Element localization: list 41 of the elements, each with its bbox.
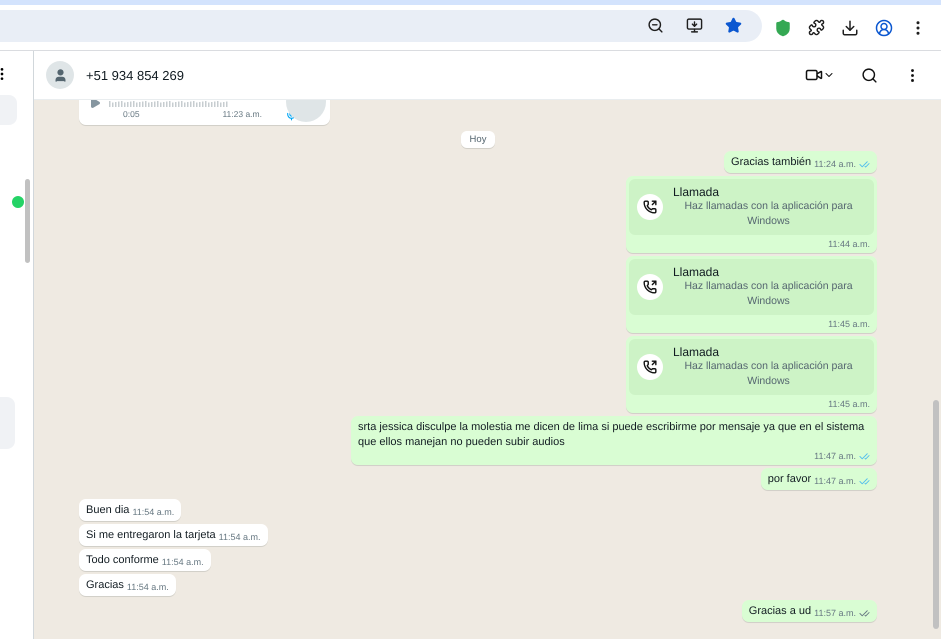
message-text: Buen dia [86, 503, 130, 518]
call-note: Haz llamadas con la aplicación para Windows [683, 279, 854, 309]
phone-outgoing-icon [637, 354, 663, 380]
message-time: 11:44 a.m. [827, 238, 871, 250]
message-time: 11:47 a.m. [814, 475, 856, 487]
message-time: 11:23 a.m. [222, 109, 262, 119]
message-time: 11:54 a.m. [162, 556, 204, 568]
call-note: Haz llamadas con la aplicación para Windows [683, 199, 854, 229]
call-title: Llamada [673, 265, 720, 279]
scrollbar-thumb[interactable] [25, 179, 30, 263]
message-time: 11:47 a.m. [814, 450, 856, 462]
message-time: 11:24 a.m. [814, 158, 856, 170]
call-title: Llamada [673, 185, 720, 199]
avatar-icon[interactable] [46, 61, 74, 89]
contact-name[interactable]: +51 934 854 269 [86, 68, 781, 82]
message-time: 11:54 a.m. [126, 581, 169, 593]
phone-outgoing-icon [637, 194, 663, 220]
unread-dot [12, 196, 24, 208]
message-text: Gracias a ud [748, 604, 812, 619]
message-text: srta jessica disculpe la molestia me dicen de lima si puede escribirme por mensaje ya que en el sistema que ellos manejan no pueden subir audios [358, 420, 866, 450]
call-title: Llamada [673, 345, 720, 359]
call-card[interactable]: Llamada Haz llamadas con la aplicación para Windows [629, 339, 874, 395]
scrollbar-thumb[interactable] [933, 400, 939, 629]
voice-message[interactable]: 0:05 11:23 a.m. [79, 100, 330, 125]
play-icon[interactable] [89, 100, 101, 109]
call-card[interactable]: Llamada Haz llamadas con la aplicación para Windows [629, 259, 874, 315]
message-time: 11:45 a.m. [827, 398, 871, 410]
call-note: Haz llamadas con la aplicación para Windows [683, 359, 854, 389]
message-time: 11:45 a.m. [827, 318, 871, 330]
date-chip: Hoy [460, 131, 496, 148]
message-time: 11:57 a.m. [814, 607, 856, 619]
message-time: 11:54 a.m. [132, 506, 174, 518]
call-card[interactable]: Llamada Haz llamadas con la aplicación para Windows [629, 179, 874, 235]
message-text: Gracias también [731, 155, 812, 170]
message-time: 11:54 a.m. [218, 531, 260, 543]
message-text: por favor [768, 472, 812, 487]
phone-outgoing-icon [637, 274, 663, 300]
message-text: Todo conforme [86, 553, 159, 568]
message-text: Gracias [86, 578, 124, 593]
audio-duration: 0:05 [123, 109, 140, 119]
message-text: Si me entregaron la tarjeta [86, 528, 216, 543]
